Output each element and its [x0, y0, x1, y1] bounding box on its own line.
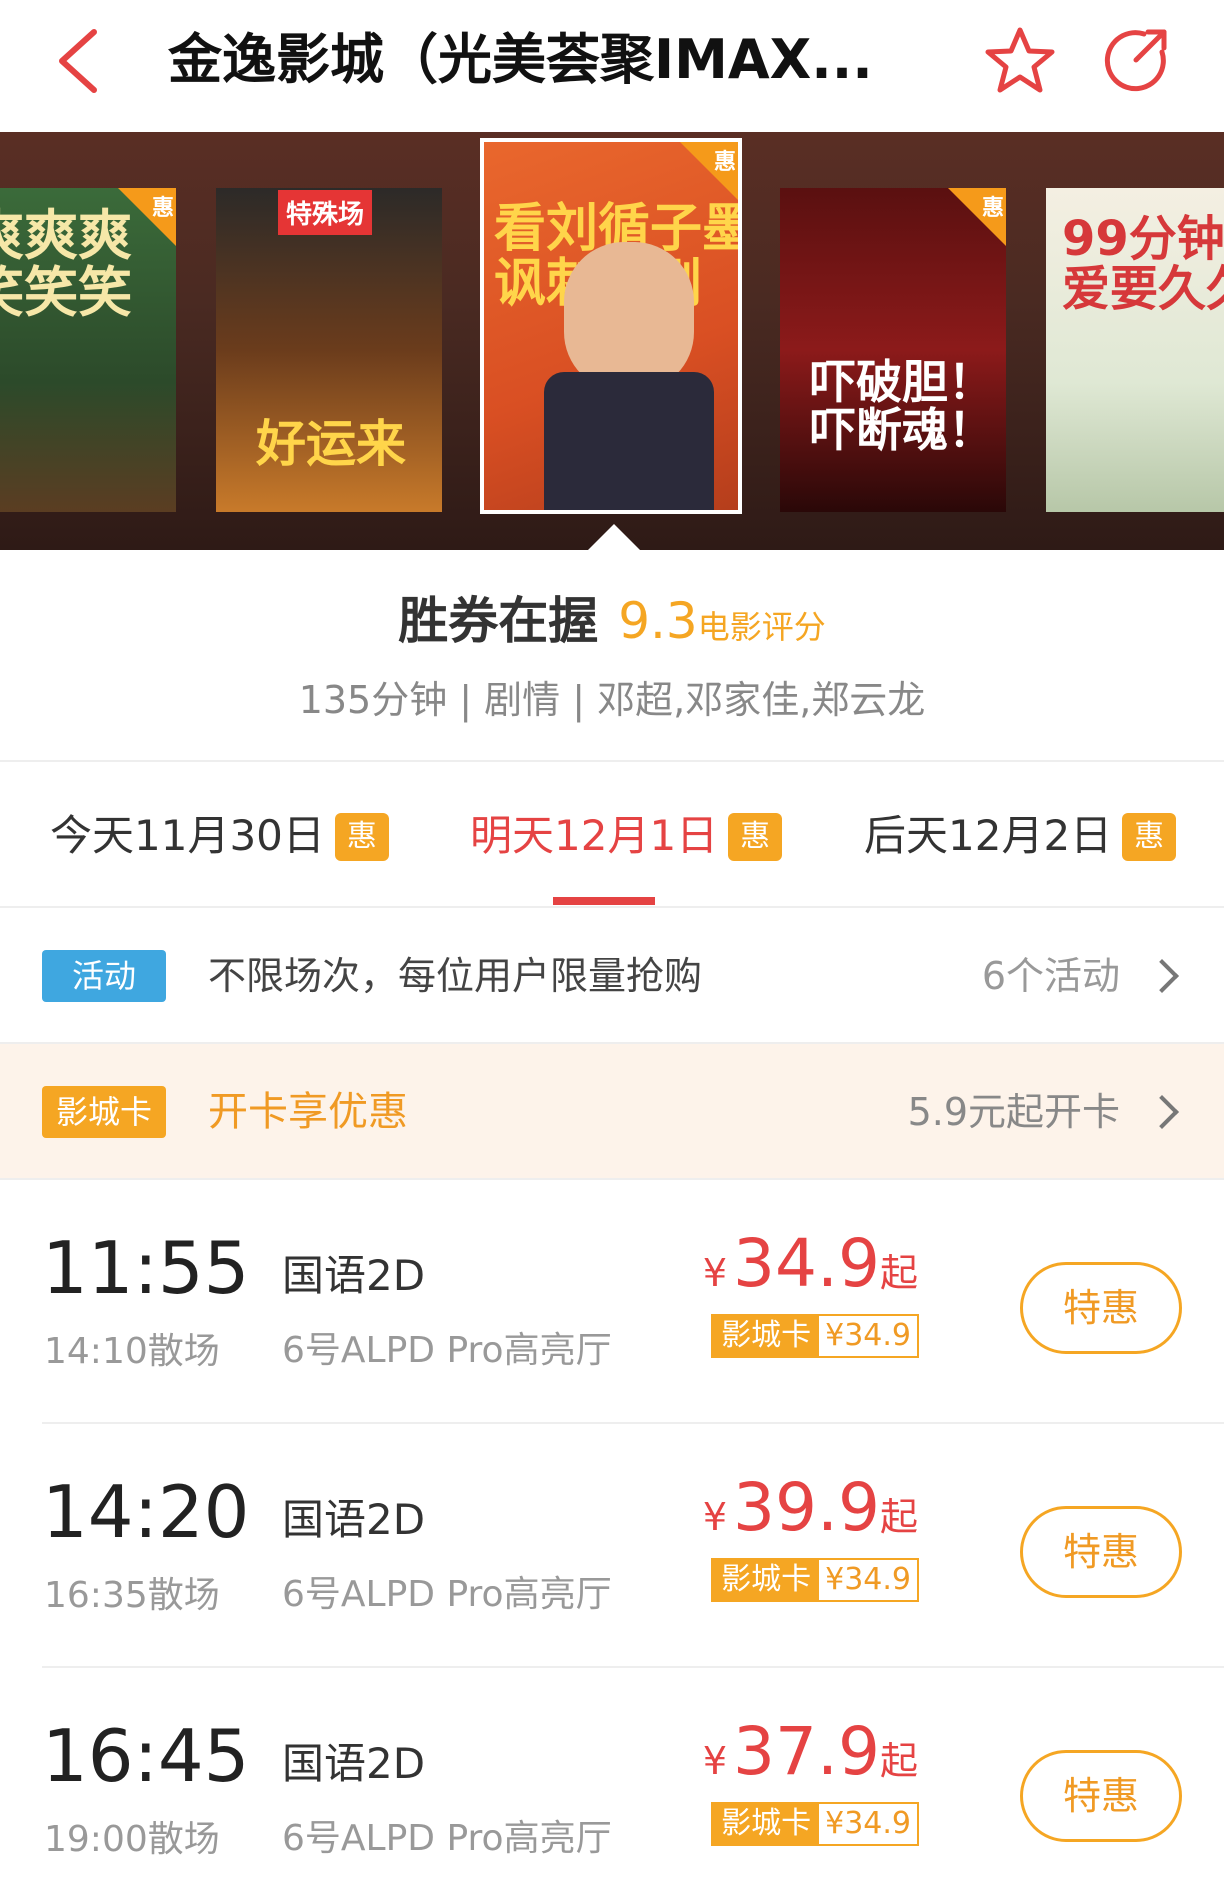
- poster-discount-badge: 惠: [981, 196, 1004, 221]
- currency-symbol: ¥: [702, 1251, 728, 1295]
- selected-poster-indicator: [588, 524, 640, 550]
- activity-row[interactable]: 活动 不限场次，每位用户限量抢购 6个活动: [0, 908, 1224, 1044]
- poster-discount-badge: 惠: [713, 150, 736, 175]
- card-price-label: 影城卡: [713, 1804, 820, 1844]
- showtime-language: 国语2D: [282, 1251, 426, 1300]
- poster-discount-badge: 惠: [151, 196, 174, 221]
- cinema-title: 金逸影城（光美荟聚IMAX...: [168, 28, 873, 91]
- card-price-value: ¥34.9: [819, 1316, 917, 1356]
- poster-face-image: [564, 242, 694, 392]
- movie-poster[interactable]: 爽爽爽 笑笑笑 惠: [0, 188, 176, 512]
- movie-score: 9.3: [618, 592, 698, 650]
- favorite-star-icon[interactable]: [984, 24, 1056, 96]
- activity-badge: 活动: [42, 950, 166, 1002]
- showtime-start: 16:45: [42, 1714, 250, 1798]
- cinema-card-badge: 影城卡: [42, 1086, 166, 1138]
- price-amount: 37.9: [733, 1713, 880, 1790]
- showtime-row[interactable]: 16:45 19:00散场 国语2D 6号ALPD Pro高亮厅 ¥37.9起 …: [0, 1668, 1224, 1889]
- card-price-label: 影城卡: [713, 1316, 820, 1356]
- showtime-start: 11:55: [42, 1226, 250, 1310]
- activity-text: 不限场次，每位用户限量抢购: [208, 954, 703, 998]
- discount-badge: 惠: [728, 813, 783, 861]
- price-suffix: 起: [879, 1495, 918, 1539]
- buy-ticket-button[interactable]: 特惠: [1020, 1506, 1182, 1598]
- movie-poster[interactable]: 特殊场 好运来: [216, 188, 442, 512]
- cinema-card-row[interactable]: 影城卡 开卡享优惠 5.9元起开卡: [0, 1044, 1224, 1178]
- movie-score-label: 电影评分: [697, 608, 826, 646]
- movie-title-row: 胜券在握 9.3电影评分: [0, 586, 1224, 668]
- showtime-end: 14:10散场: [44, 1331, 220, 1372]
- cinema-card-text: 开卡享优惠: [208, 1089, 408, 1135]
- showtime-row[interactable]: 14:20 16:35散场 国语2D 6号ALPD Pro高亮厅 ¥39.9起 …: [0, 1424, 1224, 1668]
- card-price-label: 影城卡: [713, 1560, 820, 1600]
- date-tab-today[interactable]: 今天11月30日惠: [50, 806, 389, 866]
- discount-badge: 惠: [334, 813, 389, 861]
- card-price-value: ¥34.9: [819, 1560, 917, 1600]
- showtime-end: 19:00散场: [44, 1819, 220, 1860]
- cinema-card-price-tag: 影城卡 ¥34.9: [711, 1558, 919, 1602]
- buy-ticket-button[interactable]: 特惠: [1020, 1750, 1182, 1842]
- date-tab-tomorrow[interactable]: 明天12月1日惠: [470, 806, 783, 866]
- date-tab-label: 后天12月2日: [864, 811, 1113, 860]
- showtime-row[interactable]: 11:55 14:10散场 国语2D 6号ALPD Pro高亮厅 ¥34.9起 …: [0, 1180, 1224, 1424]
- activity-count: 6个活动: [981, 954, 1120, 998]
- date-tab-day-after[interactable]: 后天12月2日惠: [864, 806, 1177, 866]
- top-nav-bar: 金逸影城（光美荟聚IMAX...: [0, 0, 1224, 132]
- poster-title: 99分钟 爱要久久: [1062, 211, 1224, 318]
- currency-symbol: ¥: [702, 1739, 728, 1783]
- currency-symbol: ¥: [702, 1495, 728, 1539]
- poster-title: 好运来: [256, 415, 406, 473]
- movie-poster[interactable]: 99分钟 爱要久久: [1046, 188, 1224, 512]
- active-tab-indicator: [553, 897, 655, 905]
- showtime-hall: 6号ALPD Pro高亮厅: [282, 1330, 612, 1371]
- showtime-start: 14:20: [42, 1470, 250, 1554]
- date-tab-label: 明天12月1日: [470, 811, 719, 860]
- movie-poster-carousel[interactable]: 爽爽爽 笑笑笑 惠 特殊场 好运来 看刘循子墨 讽刺喜剧 惠 吓破胆！ 吓断魂！…: [0, 132, 1224, 550]
- poster-body-image: [544, 372, 714, 510]
- chevron-right-icon: [1145, 1095, 1179, 1129]
- poster-title: 吓破胆！ 吓断魂！: [810, 355, 994, 458]
- discount-badge: 惠: [1122, 813, 1177, 861]
- back-icon[interactable]: [48, 26, 112, 96]
- share-icon[interactable]: [1104, 26, 1170, 92]
- buy-ticket-button[interactable]: 特惠: [1020, 1262, 1182, 1354]
- price-amount: 39.9: [733, 1469, 880, 1546]
- showtime-language: 国语2D: [282, 1495, 426, 1544]
- divider: [0, 760, 1224, 762]
- price-suffix: 起: [879, 1739, 918, 1783]
- date-tab-label: 今天11月30日: [50, 811, 325, 860]
- movie-name: 胜券在握: [398, 592, 599, 650]
- showtime-price: ¥37.9起: [703, 1712, 918, 1809]
- movie-meta: 135分钟 | 剧情 | 邓超,邓家佳,郑云龙: [298, 678, 926, 722]
- showtime-price: ¥39.9起: [703, 1468, 918, 1565]
- showtime-language: 国语2D: [282, 1739, 426, 1788]
- price-amount: 34.9: [733, 1225, 880, 1302]
- cinema-card-price-tag: 影城卡 ¥34.9: [711, 1802, 919, 1846]
- card-price-value: ¥34.9: [819, 1804, 917, 1844]
- showtime-hall: 6号ALPD Pro高亮厅: [282, 1818, 612, 1859]
- cinema-card-price: 5.9元起开卡: [907, 1090, 1120, 1134]
- movie-poster[interactable]: 吓破胆！ 吓断魂！ 惠: [780, 188, 1006, 512]
- showtime-end: 16:35散场: [44, 1575, 220, 1616]
- showtime-price: ¥34.9起: [703, 1224, 918, 1321]
- price-suffix: 起: [879, 1251, 918, 1295]
- movie-poster-selected[interactable]: 看刘循子墨 讽刺喜剧 惠: [480, 138, 742, 514]
- cinema-card-price-tag: 影城卡 ¥34.9: [711, 1314, 919, 1358]
- special-screening-badge: 特殊场: [278, 190, 373, 235]
- chevron-right-icon: [1145, 959, 1179, 993]
- showtime-hall: 6号ALPD Pro高亮厅: [282, 1574, 612, 1615]
